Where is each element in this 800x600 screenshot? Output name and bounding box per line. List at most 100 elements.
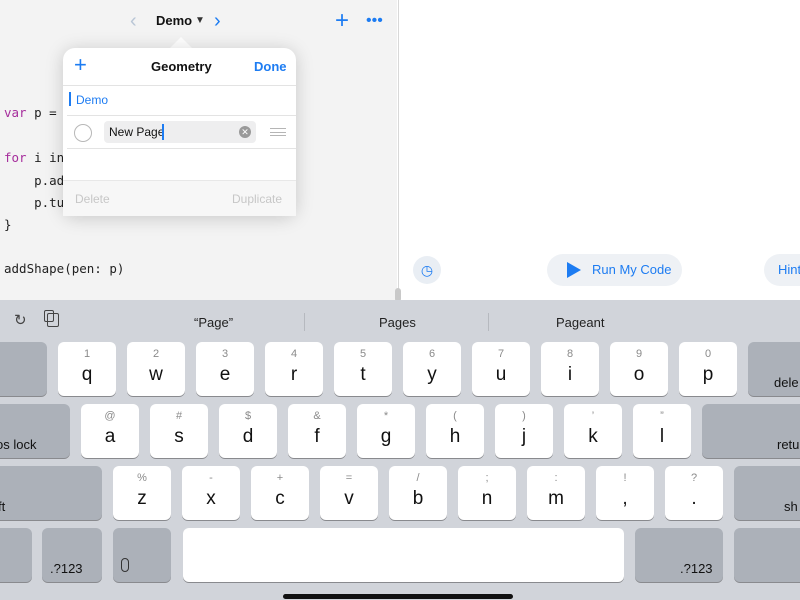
key-h[interactable]: (h [426,404,484,458]
key-secondary-label: 7 [497,348,505,360]
key-secondary-label: ” [660,410,664,422]
key-secondary-label: 5 [359,348,367,360]
key-partial-left[interactable] [0,342,47,396]
key-c[interactable]: + c [251,466,309,520]
caps-lock-key[interactable]: os lock [0,404,70,458]
code-keyword: var [4,105,27,120]
suggestion-3[interactable]: Pageant [556,315,604,331]
key-primary-label: , [622,488,628,509]
key-partial-left-bottom[interactable] [0,528,32,582]
page-item-demo[interactable]: Demo [76,93,108,107]
key-,[interactable]: !, [596,466,654,520]
return-key[interactable]: retu [702,404,800,458]
key-l[interactable]: ” l [633,404,691,458]
key-z[interactable]: % z [113,466,171,520]
key-primary-label: a [104,426,116,447]
code-line: } [4,217,12,232]
chevron-right-icon[interactable]: › [214,10,230,32]
key-j[interactable]: ) j [495,404,553,458]
key-u[interactable]: 7u [472,342,530,396]
key-primary-label: e [219,364,231,385]
suggestion-2[interactable]: Pages [379,315,416,331]
select-radio[interactable] [74,124,92,142]
key-secondary-label: 0 [704,348,712,360]
redo-icon[interactable]: ↻ [14,312,27,330]
plus-icon[interactable]: + [335,8,349,34]
key-o[interactable]: 9o [610,342,668,396]
divider [67,115,296,116]
reorder-icon[interactable] [270,128,286,136]
delete-button[interactable]: Delete [75,192,110,206]
key-y[interactable]: 6y [403,342,461,396]
key-secondary-label: ) [522,410,526,422]
key-primary-label: s [174,426,184,447]
run-code-label: Run My Code [592,262,672,277]
key-primary-label: k [588,426,598,447]
numbers-key-left[interactable]: .?123 [42,528,102,582]
code-line: addShape(pen: p) [4,261,125,276]
suggestion-1[interactable]: “Page” [194,315,233,331]
done-button[interactable]: Done [254,59,287,75]
duplicate-button[interactable]: Duplicate [232,192,282,206]
key-x[interactable]: -x [182,466,240,520]
key-primary-label: l [659,426,665,447]
key-primary-label: u [495,364,507,385]
key-primary-label: d [242,426,254,447]
key-primary-label: t [360,364,366,385]
popover-arrow [170,37,192,48]
key-w[interactable]: 2w [127,342,185,396]
key-g[interactable]: * g [357,404,415,458]
space-key[interactable] [183,528,624,582]
key-secondary-label: 4 [290,348,298,360]
key-partial-right[interactable] [734,528,800,582]
key-e[interactable]: 3e [196,342,254,396]
paste-icon[interactable] [44,310,59,327]
key-n[interactable]: ; n [458,466,516,520]
clear-circle-icon[interactable]: ✕ [239,126,251,138]
key-b[interactable]: / b [389,466,447,520]
key-f[interactable]: & f [288,404,346,458]
key-primary-label: f [314,426,320,447]
key-primary-label: r [290,364,298,385]
key-v[interactable]: = v [320,466,378,520]
divider [67,148,296,149]
key-m[interactable]: :m [527,466,585,520]
key-t[interactable]: 5t [334,342,392,396]
key-s[interactable]: # s [150,404,208,458]
numbers-key-right[interactable]: .?123 [635,528,723,582]
key-r[interactable]: 4r [265,342,323,396]
key-label: dele [774,375,799,390]
shift-right-key[interactable]: sh [734,466,800,520]
key-secondary-label: ; [485,472,489,484]
add-page-button[interactable]: + [74,53,87,77]
key-.[interactable]: ?. [665,466,723,520]
key-secondary-label: % [137,472,147,484]
dictation-key[interactable] [113,528,171,582]
key-primary-label: z [137,488,147,509]
key-primary-label: x [206,488,216,509]
page-title[interactable]: Demo [156,12,192,30]
key-primary-label: c [275,488,285,509]
chevron-down-icon[interactable]: ▼ [195,12,205,30]
key-secondary-label: 8 [566,348,574,360]
key-d[interactable]: $ d [219,404,277,458]
hint-label: Hint [778,262,800,277]
key-label: .?123 [50,561,83,576]
microphone-icon [121,558,129,572]
code-line: p.ado [4,173,72,188]
code-line: i in [26,150,65,165]
shift-left-key[interactable]: ft [0,466,102,520]
delete-key[interactable]: dele [748,342,800,396]
key-primary-label: p [702,364,714,385]
ellipsis-icon[interactable]: ••• [366,10,383,32]
key-primary-label: y [427,364,437,385]
key-primary-label: b [412,488,424,509]
key-q[interactable]: 1q [58,342,116,396]
key-i[interactable]: 8i [541,342,599,396]
key-a[interactable]: @ a [81,404,139,458]
chevron-left-icon[interactable]: ‹ [130,10,146,32]
key-p[interactable]: 0p [679,342,737,396]
key-k[interactable]: ’ k [564,404,622,458]
key-secondary-label: 3 [221,348,229,360]
speedometer-icon[interactable]: ◷ [413,256,441,284]
